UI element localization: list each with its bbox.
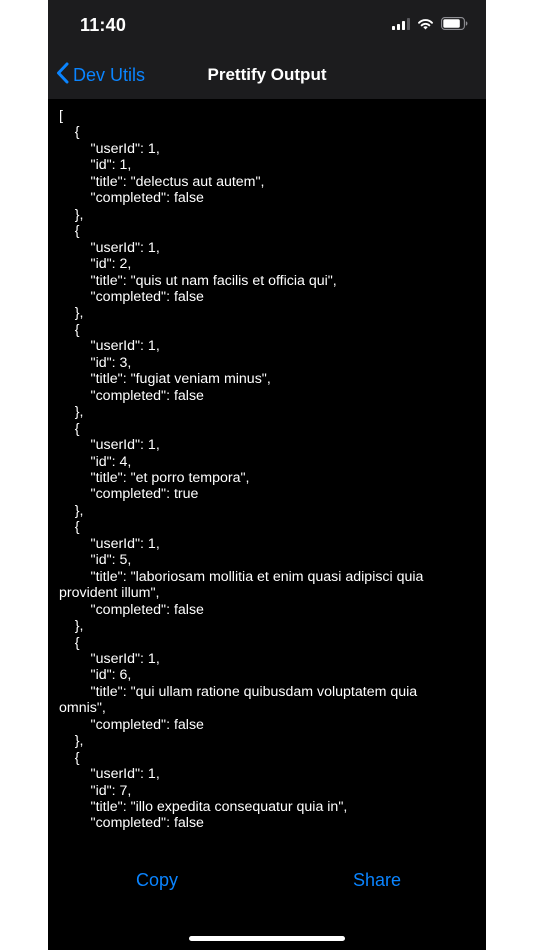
back-button[interactable]: Dev Utils (56, 62, 145, 88)
share-button[interactable]: Share (353, 870, 401, 891)
home-indicator[interactable] (189, 936, 345, 941)
prettified-json-output[interactable]: [ { "userId": 1, "id": 1, "title": "dele… (59, 108, 449, 832)
battery-icon (441, 17, 468, 35)
navigation-bar: Prettify Output Dev Utils (48, 50, 486, 99)
wifi-icon (417, 17, 434, 35)
phone-screen: 11:40 Prettify Output Dev Utils [{"use… (48, 0, 486, 950)
back-button-label: Dev Utils (73, 64, 146, 85)
status-icons (392, 17, 468, 35)
status-bar: 11:40 (48, 0, 486, 50)
chevron-left-icon (56, 62, 69, 89)
status-time: 11:40 (80, 15, 127, 35)
cellular-signal-icon (392, 17, 410, 35)
copy-button[interactable]: Copy (136, 870, 178, 891)
